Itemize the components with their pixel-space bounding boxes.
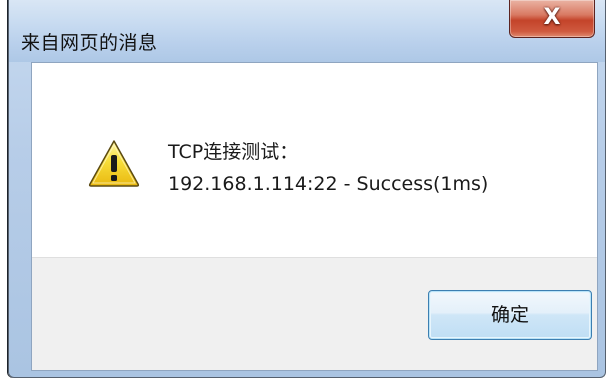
message-line-1: TCP连接测试： — [168, 141, 299, 163]
button-area: 确定 — [32, 257, 597, 370]
message-line-2: 192.168.1.114:22 - Success(1ms) — [168, 173, 489, 195]
dialog-body: TCP连接测试： 192.168.1.114:22 - Success(1ms)… — [31, 62, 598, 371]
message-area: TCP连接测试： 192.168.1.114:22 - Success(1ms) — [32, 63, 597, 257]
close-button[interactable]: X — [509, 0, 595, 38]
warning-icon — [88, 140, 140, 187]
dialog-title: 来自网页的消息 — [21, 32, 158, 54]
alert-dialog: 来自网页的消息 X TCP连接测试： 192.168.1.114:22 - Su… — [8, 0, 606, 378]
title-bar[interactable]: 来自网页的消息 X — [9, 0, 605, 62]
ok-button[interactable]: 确定 — [428, 290, 592, 340]
page: 来自网页的消息 X TCP连接测试： 192.168.1.114:22 - Su… — [0, 0, 606, 380]
close-icon: X — [543, 5, 561, 30]
